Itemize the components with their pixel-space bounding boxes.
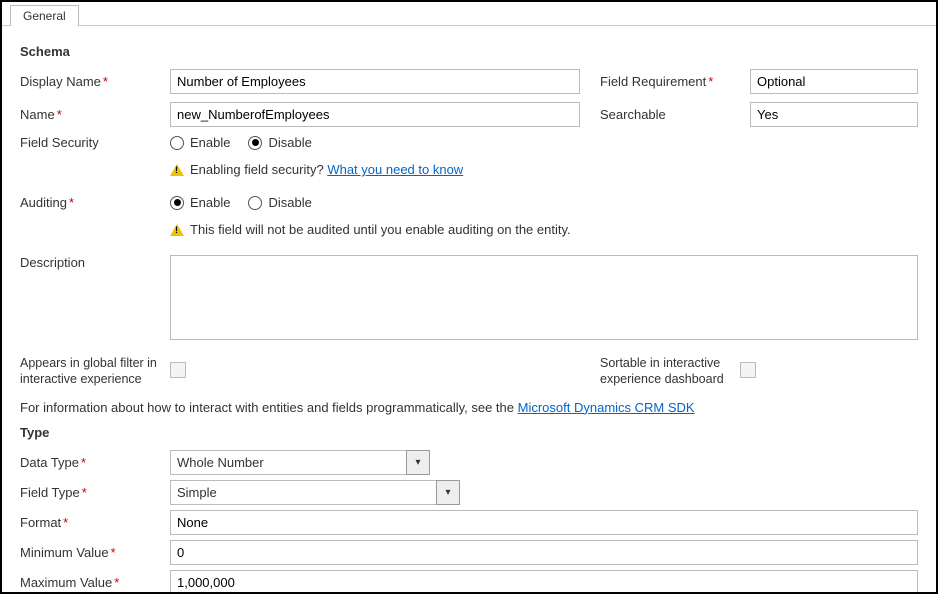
warning-icon: [170, 164, 184, 176]
field-security-disable-radio[interactable]: Disable: [248, 135, 311, 150]
data-type-select[interactable]: Whole Number ▾: [170, 450, 430, 475]
auditing-label: Auditing*: [20, 195, 170, 210]
display-name-label: Display Name*: [20, 74, 170, 89]
tab-general[interactable]: General: [10, 5, 79, 26]
type-section-title: Type: [20, 425, 918, 440]
description-label: Description: [20, 255, 170, 270]
format-input[interactable]: [170, 510, 918, 535]
minimum-value-input[interactable]: [170, 540, 918, 565]
sdk-link[interactable]: Microsoft Dynamics CRM SDK: [518, 400, 695, 415]
format-label: Format*: [20, 515, 170, 530]
searchable-label: Searchable: [600, 107, 750, 122]
description-input[interactable]: [170, 255, 918, 340]
auditing-disable-radio[interactable]: Disable: [248, 195, 311, 210]
sdk-info: For information about how to interact wi…: [20, 400, 918, 415]
appears-global-filter-label: Appears in global filter in interactive …: [20, 355, 170, 388]
radio-icon: [248, 196, 262, 210]
chevron-down-icon[interactable]: ▾: [406, 450, 430, 475]
schema-section-title: Schema: [20, 44, 918, 59]
auditing-enable-radio[interactable]: Enable: [170, 195, 230, 210]
warning-icon: [170, 224, 184, 236]
radio-icon: [248, 136, 262, 150]
sortable-dashboard-checkbox[interactable]: [740, 362, 756, 378]
radio-icon: [170, 196, 184, 210]
security-info: Enabling field security? What you need t…: [170, 162, 463, 177]
field-type-select[interactable]: Simple ▾: [170, 480, 460, 505]
maximum-value-label: Maximum Value*: [20, 575, 170, 590]
field-requirement-label: Field Requirement*: [600, 74, 750, 89]
maximum-value-input[interactable]: [170, 570, 918, 594]
tab-bar: General: [2, 2, 936, 26]
auditing-info: This field will not be audited until you…: [170, 222, 571, 237]
sortable-dashboard-label: Sortable in interactive experience dashb…: [600, 355, 740, 388]
searchable-select[interactable]: [750, 102, 918, 127]
field-security-label: Field Security: [20, 135, 170, 150]
data-type-label: Data Type*: [20, 455, 170, 470]
display-name-input[interactable]: [170, 69, 580, 94]
field-security-enable-radio[interactable]: Enable: [170, 135, 230, 150]
field-requirement-select[interactable]: [750, 69, 918, 94]
field-type-label: Field Type*: [20, 485, 170, 500]
name-input[interactable]: [170, 102, 580, 127]
radio-icon: [170, 136, 184, 150]
minimum-value-label: Minimum Value*: [20, 545, 170, 560]
name-label: Name*: [20, 107, 170, 122]
security-info-link[interactable]: What you need to know: [327, 162, 463, 177]
chevron-down-icon[interactable]: ▾: [436, 480, 460, 505]
appears-global-filter-checkbox[interactable]: [170, 362, 186, 378]
